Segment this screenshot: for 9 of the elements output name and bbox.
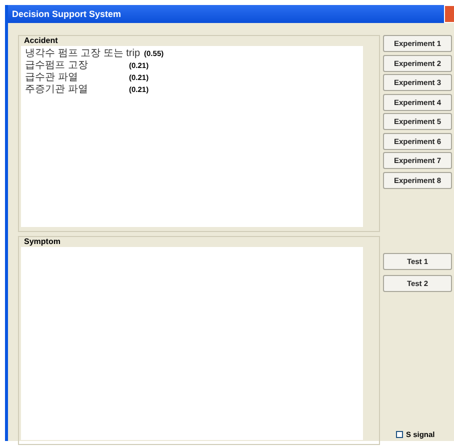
accident-name: 냉각수 펌프 고장 또는 trip (25, 48, 140, 60)
group-label: Accident (23, 36, 58, 46)
group-label: Symptom (23, 237, 60, 247)
window-title: Decision Support System (12, 9, 122, 19)
accident-name: 급수펌프 고장 (25, 60, 89, 72)
checkbox[interactable] (396, 431, 403, 438)
accident-name: 급수관 파열 (25, 72, 79, 84)
accident-name: 주증기관 파열 (25, 84, 89, 96)
close-button[interactable] (444, 5, 454, 23)
